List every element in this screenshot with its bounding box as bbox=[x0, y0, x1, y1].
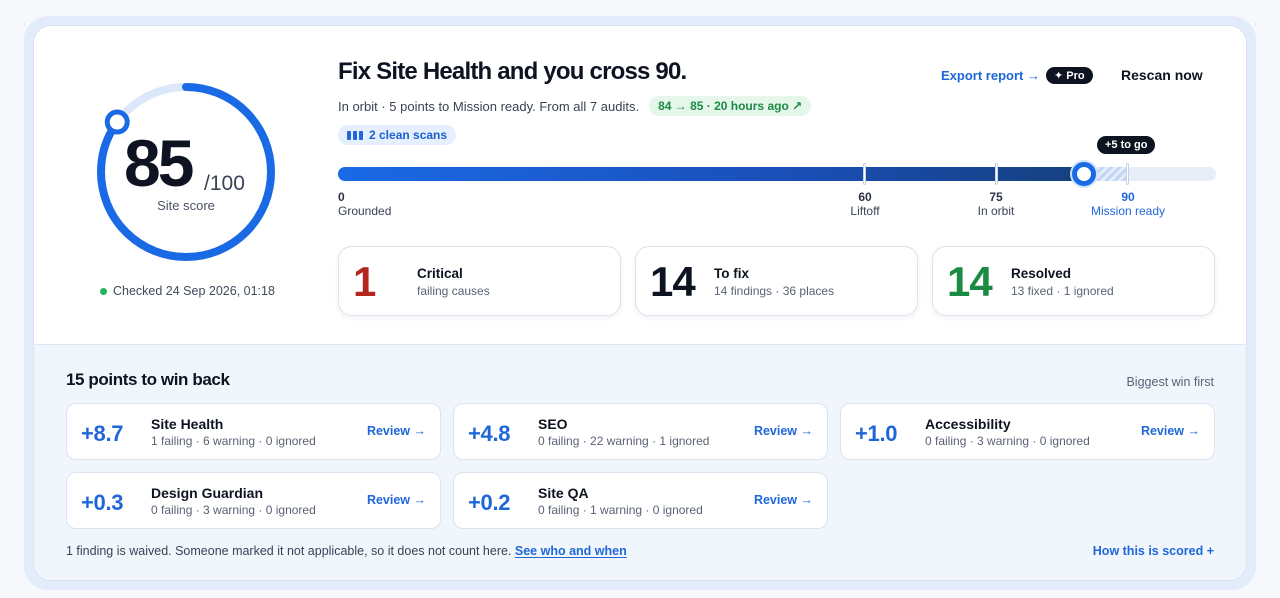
review-button[interactable]: Review → bbox=[754, 493, 813, 507]
audit-meta: 1 failing · 6 warning · 0 ignored bbox=[151, 434, 316, 448]
see-who-link[interactable]: See who and when bbox=[515, 544, 627, 558]
audit-name: Site QA bbox=[538, 485, 589, 501]
score-card: 85 /100 Site score Checked 24 Sep 2026, … bbox=[33, 25, 1247, 581]
score-summary: 85 /100 Site score Checked 24 Sep 2026, … bbox=[34, 26, 1246, 344]
subtitle-text: In orbit · 5 points to Mission ready. Fr… bbox=[338, 98, 640, 114]
stat-to-fix-title: To fix bbox=[714, 266, 749, 281]
audit-meta: 0 failing · 22 warning · 1 ignored bbox=[538, 434, 710, 448]
review-button[interactable]: Review → bbox=[367, 424, 426, 438]
milestone-in-orbit: 75 In orbit bbox=[977, 190, 1015, 218]
milestone-tick-liftoff bbox=[862, 163, 866, 185]
stat-to-fix-number: 14 bbox=[650, 258, 696, 305]
clean-scans-badge: 2 clean scans bbox=[338, 125, 457, 145]
audit-points: +0.2 bbox=[468, 490, 511, 515]
milestone-tick-mission-ready bbox=[1126, 163, 1130, 185]
stat-resolved-desc: 13 fixed · 1 ignored bbox=[1011, 284, 1114, 298]
export-report-link[interactable]: Export report → bbox=[941, 68, 1040, 83]
stat-resolved[interactable]: 14 Resolved 13 fixed · 1 ignored bbox=[932, 246, 1215, 316]
stat-critical-title: Critical bbox=[417, 266, 463, 281]
audit-name: Accessibility bbox=[925, 416, 1011, 432]
bars-icon bbox=[347, 130, 363, 140]
milestone-mission-ready: 90 Mission ready bbox=[1090, 190, 1166, 218]
stat-to-fix[interactable]: 14 To fix 14 findings · 36 places bbox=[635, 246, 918, 316]
waiver-note-text: 1 finding is waived. Someone marked it n… bbox=[66, 544, 512, 558]
subtitle-row: In orbit · 5 points to Mission ready. Fr… bbox=[338, 96, 812, 116]
audit-name: Site Health bbox=[151, 416, 224, 432]
stat-critical[interactable]: 1 Critical failing causes bbox=[338, 246, 621, 316]
score-max: /100 bbox=[204, 172, 245, 195]
sort-label[interactable]: Biggest win first bbox=[1126, 375, 1214, 389]
stat-to-fix-desc: 14 findings · 36 places bbox=[714, 284, 835, 298]
audit-points: +4.8 bbox=[468, 421, 511, 446]
last-checked-text: Checked 24 Sep 2026, 01:18 bbox=[113, 284, 275, 298]
audit-name: SEO bbox=[538, 416, 568, 432]
score-delta-badge: 84 → 85 · 20 hours ago ↗ bbox=[649, 96, 812, 116]
status-dot-icon bbox=[100, 287, 107, 295]
progress-knob[interactable] bbox=[1072, 162, 1097, 186]
how-scored-link[interactable]: How this is scored + bbox=[1093, 544, 1214, 558]
audit-card-design-guardian[interactable]: +0.3 Design Guardian 0 failing · 3 warni… bbox=[66, 472, 441, 529]
audit-meta: 0 failing · 1 warning · 0 ignored bbox=[538, 503, 703, 517]
to-go-badge: +5 to go bbox=[1097, 136, 1156, 154]
last-checked: Checked 24 Sep 2026, 01:18 bbox=[100, 284, 275, 298]
review-button[interactable]: Review → bbox=[754, 424, 813, 438]
milestone-liftoff: 60 Liftoff bbox=[850, 190, 880, 218]
page-title: Fix Site Health and you cross 90. bbox=[338, 58, 687, 85]
waiver-note: 1 finding is waived. Someone marked it n… bbox=[66, 544, 627, 558]
stat-resolved-title: Resolved bbox=[1011, 266, 1072, 281]
winback-title: 15 points to win back bbox=[66, 370, 230, 389]
progress-track bbox=[338, 162, 1216, 186]
score-value: 85 bbox=[124, 126, 194, 200]
winback-section: 15 points to win back Biggest win first … bbox=[34, 344, 1246, 580]
audit-meta: 0 failing · 3 warning · 0 ignored bbox=[151, 503, 316, 517]
milestone-tick-in-orbit bbox=[994, 163, 998, 185]
review-button[interactable]: Review → bbox=[1141, 424, 1200, 438]
audit-meta: 0 failing · 3 warning · 0 ignored bbox=[925, 434, 1090, 448]
review-button[interactable]: Review → bbox=[367, 493, 426, 507]
audit-points: +8.7 bbox=[81, 421, 124, 446]
audit-points: +0.3 bbox=[81, 490, 124, 515]
stat-resolved-number: 14 bbox=[947, 258, 993, 305]
rescan-button[interactable]: Rescan now bbox=[1121, 67, 1203, 83]
score-label: Site score bbox=[157, 198, 215, 213]
audit-card-seo[interactable]: +4.8 SEO 0 failing · 22 warning · 1 igno… bbox=[453, 403, 828, 460]
stat-critical-number: 1 bbox=[353, 258, 376, 305]
clean-scans-text: 2 clean scans bbox=[369, 128, 448, 142]
progress-fill bbox=[338, 167, 1085, 181]
audit-name: Design Guardian bbox=[151, 485, 264, 501]
audit-card-accessibility[interactable]: +1.0 Accessibility 0 failing · 3 warning… bbox=[840, 403, 1215, 460]
audit-card-site-health[interactable]: +8.7 Site Health 1 failing · 6 warning ·… bbox=[66, 403, 441, 460]
audit-card-site-qa[interactable]: +0.2 Site QA 0 failing · 1 warning · 0 i… bbox=[453, 472, 828, 529]
milestone-grounded: 0 Grounded bbox=[338, 190, 392, 218]
audit-points: +1.0 bbox=[855, 421, 898, 446]
pro-badge: ✦ Pro bbox=[1046, 67, 1093, 84]
stat-critical-desc: failing causes bbox=[417, 284, 490, 298]
